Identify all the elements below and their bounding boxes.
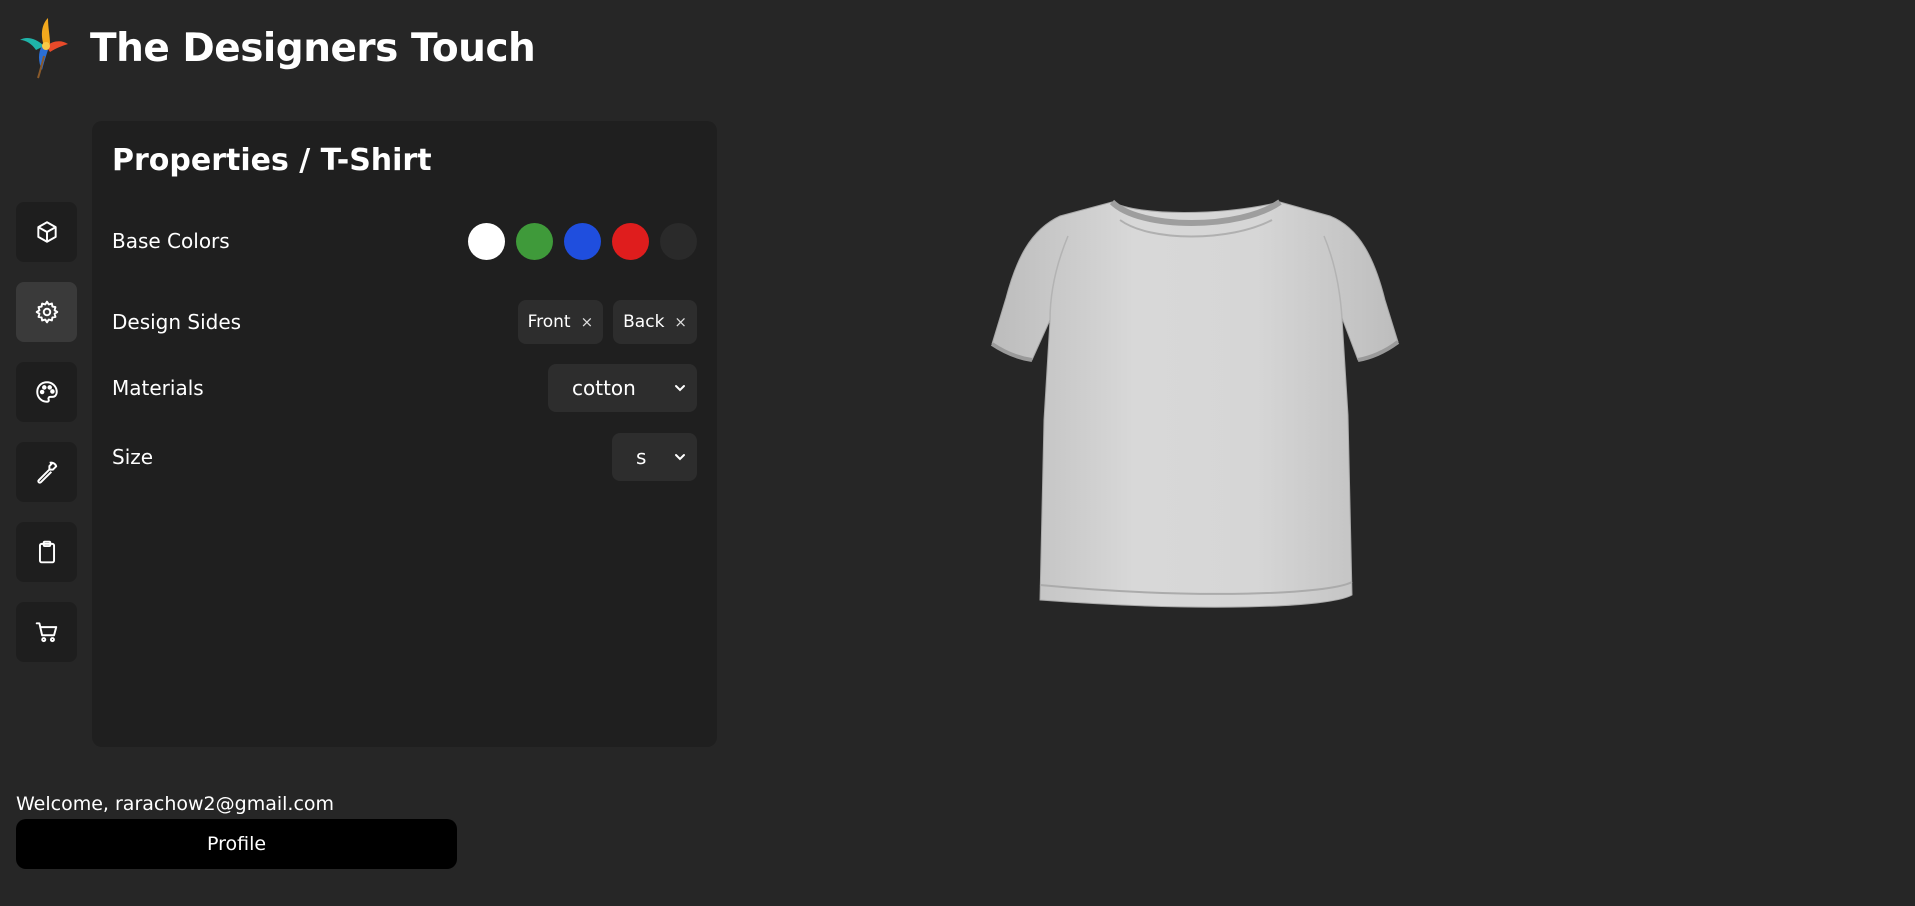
toolbar-clipboard-button[interactable] (16, 522, 77, 582)
properties-panel: Properties / T-Shirt Base Colors Design … (92, 121, 717, 747)
size-select[interactable]: s (612, 433, 697, 481)
color-swatch-0[interactable] (468, 222, 505, 260)
base-colors-row: Base Colors (112, 217, 697, 265)
color-swatch-2[interactable] (564, 222, 601, 260)
clipboard-icon (38, 540, 55, 564)
chip-front-remove-icon[interactable]: × (581, 313, 594, 331)
toolbar-properties-button[interactable] (16, 282, 77, 342)
design-sides-label: Design Sides (112, 310, 242, 334)
box-icon (36, 221, 57, 243)
chevron-down-icon (675, 385, 685, 392)
gear-icon (35, 300, 58, 324)
color-swatches (468, 222, 697, 260)
chip-front: Front × (517, 300, 604, 344)
bird-logo-icon (20, 18, 68, 79)
toolbar-model-button[interactable] (16, 202, 77, 262)
toolbar-cart-button[interactable] (16, 602, 77, 662)
chip-front-label: Front (527, 312, 571, 332)
materials-value: cotton (572, 376, 636, 400)
color-swatch-4[interactable] (660, 222, 697, 260)
welcome-text: Welcome, rarachow2@gmail.com (16, 793, 335, 815)
materials-select[interactable]: cotton (548, 364, 697, 412)
chevron-down-icon (675, 454, 685, 461)
size-row: Size s (112, 433, 697, 481)
materials-row: Materials cotton (112, 364, 697, 412)
profile-button[interactable]: Profile (16, 819, 457, 869)
base-colors-label: Base Colors (112, 229, 230, 253)
color-swatch-1[interactable] (516, 222, 553, 260)
design-sides-chips: Front × Back × (517, 300, 697, 344)
toolbar-palette-button[interactable] (16, 362, 77, 422)
tshirt-3d-preview[interactable] (900, 180, 1500, 760)
size-value: s (636, 445, 647, 469)
tshirt-body (991, 201, 1399, 608)
app-header: The Designers Touch (16, 16, 536, 80)
cart-icon (35, 622, 57, 643)
chip-back: Back × (613, 300, 697, 344)
palette-icon (35, 381, 58, 403)
design-sides-row: Design Sides Front × Back × (112, 298, 697, 346)
side-toolbar (16, 202, 77, 662)
wrench-icon (36, 461, 57, 484)
materials-label: Materials (112, 376, 204, 400)
toolbar-tools-button[interactable] (16, 442, 77, 502)
size-label: Size (112, 445, 154, 469)
color-swatch-3[interactable] (612, 222, 649, 260)
chip-back-remove-icon[interactable]: × (674, 313, 687, 331)
panel-title: Properties / T-Shirt (112, 143, 432, 178)
app-title: The Designers Touch (90, 25, 536, 71)
chip-back-label: Back (623, 312, 665, 332)
